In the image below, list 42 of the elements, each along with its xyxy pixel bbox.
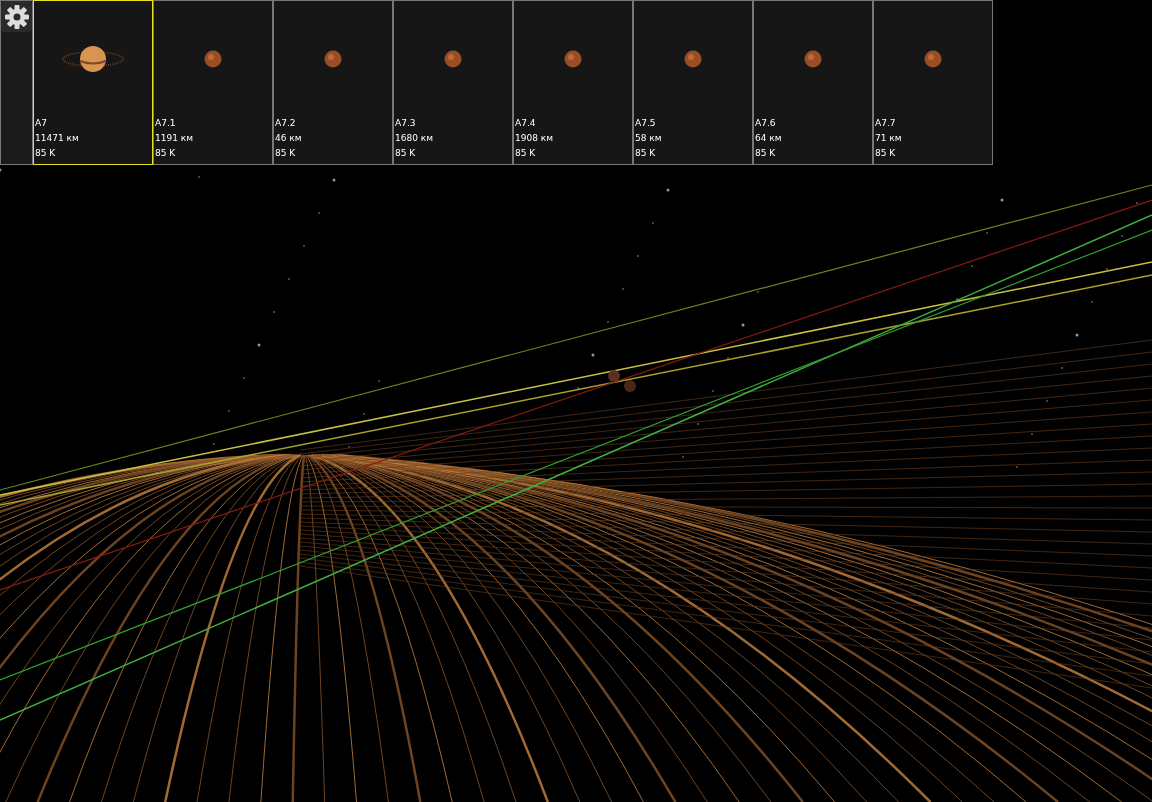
body-card[interactable]: A7.4 1908 км 85 K [513, 0, 633, 165]
body-name: A7.7 [875, 117, 897, 130]
body-temperature: 85 K [515, 147, 537, 160]
ringed-planet-icon [61, 43, 125, 74]
body-temperature: 85 K [635, 147, 657, 160]
body-size: 11471 км [35, 132, 80, 145]
body-card[interactable]: A7.5 58 км 85 K [633, 0, 753, 165]
body-temperature: 85 K [875, 147, 897, 160]
body-name: A7.3 [395, 117, 417, 130]
moon-icon [204, 49, 222, 68]
body-size: 58 км [635, 132, 663, 145]
body-size: 46 км [275, 132, 303, 145]
body-card[interactable]: A7 11471 км 85 K [33, 0, 153, 165]
body-size: 71 км [875, 132, 903, 145]
body-size: 1680 км [395, 132, 434, 145]
body-card[interactable]: A7.3 1680 км 85 K [393, 0, 513, 165]
settings-icon [3, 3, 30, 30]
body-size: 1908 км [515, 132, 554, 145]
body-temperature: 85 K [155, 147, 177, 160]
body-temperature: 85 K [755, 147, 777, 160]
body-card[interactable]: A7.1 1191 км 85 K [153, 0, 273, 165]
body-temperature: 85 K [275, 147, 297, 160]
moon-icon [444, 49, 462, 68]
body-size: 64 км [755, 132, 783, 145]
body-name: A7.2 [275, 117, 297, 130]
body-card[interactable]: A7.2 46 км 85 K [273, 0, 393, 165]
moon-icon [564, 49, 582, 68]
body-name: A7 [35, 117, 48, 130]
body-temperature: 85 K [35, 147, 57, 160]
moon-icon [924, 49, 942, 68]
body-card[interactable]: A7.7 71 км 85 K [873, 0, 993, 165]
settings-button[interactable] [1, 1, 32, 32]
body-name: A7.1 [155, 117, 177, 130]
body-card[interactable]: A7.6 64 км 85 K [753, 0, 873, 165]
body-temperature: 85 K [395, 147, 417, 160]
moon-icon [684, 49, 702, 68]
body-name: A7.4 [515, 117, 537, 130]
body-size: 1191 км [155, 132, 194, 145]
moon-icon [804, 49, 822, 68]
body-name: A7.6 [755, 117, 777, 130]
moon-icon [324, 49, 342, 68]
body-name: A7.5 [635, 117, 657, 130]
